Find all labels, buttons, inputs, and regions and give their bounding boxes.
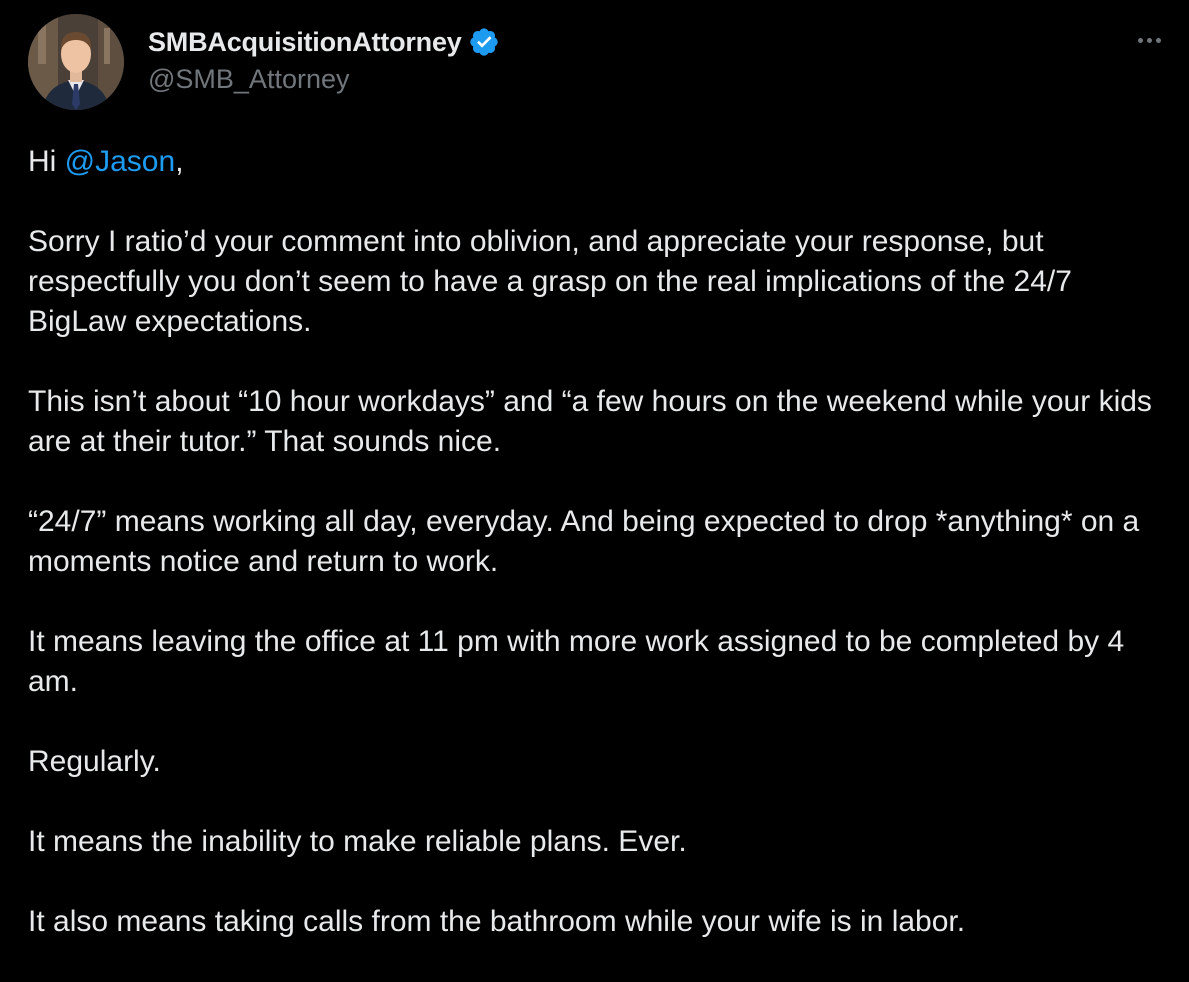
tweet-paragraph: It means leaving the office at 11 pm wit… [28,625,1125,698]
more-horizontal-icon[interactable] [1129,28,1169,52]
tweet-paragraph: Regularly. [28,745,161,778]
tweet-paragraph: This isn’t about “10 hour workdays” and … [28,385,1152,458]
tweet-text: Hi @Jason, Sorry I ratio’d your comment … [28,142,1163,982]
tweet-paragraph: Sorry I ratio’d your comment into oblivi… [28,225,1072,338]
avatar-photo-icon [28,14,124,110]
tweet-header: SMBAcquisitionAttorney @SMB_Attorney [28,14,1161,114]
author-names: SMBAcquisitionAttorney @SMB_Attorney [148,24,500,95]
greeting-prefix: Hi [28,145,65,178]
tweet-paragraph: It means the inability to make reliable … [28,825,687,858]
tweet-paragraph: It also means taking calls from the bath… [28,905,966,938]
tweet-card: SMBAcquisitionAttorney @SMB_Attorney Hi … [0,0,1189,966]
display-name-row: SMBAcquisitionAttorney [148,24,500,60]
author-handle[interactable]: @SMB_Attorney [148,64,500,95]
tweet-paragraph: “24/7” means working all day, everyday. … [28,505,1140,578]
mention-link[interactable]: @Jason [65,145,176,178]
verified-badge-icon [468,26,500,58]
avatar[interactable] [28,14,124,110]
author-display-name[interactable]: SMBAcquisitionAttorney [148,27,462,58]
greeting-suffix: , [175,145,184,178]
tweet-greeting: Hi @Jason, [28,142,1163,182]
